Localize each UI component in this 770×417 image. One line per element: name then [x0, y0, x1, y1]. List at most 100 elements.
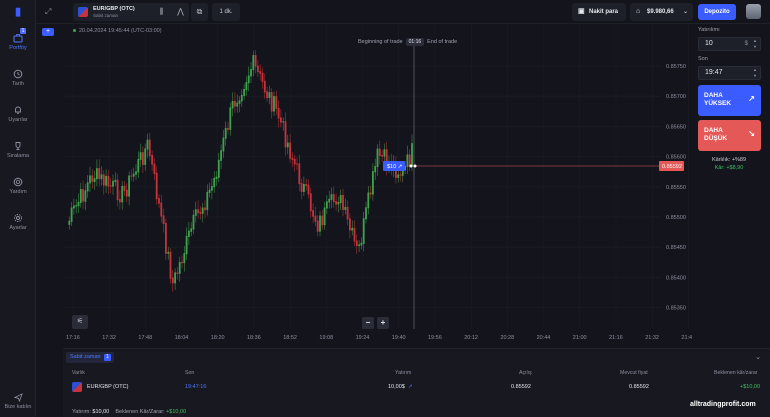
candle-body [68, 220, 71, 225]
expand-icon[interactable]: ⤢ [45, 7, 51, 17]
summary-invest: $10,00 [92, 409, 110, 415]
amount-input[interactable]: 10 $ ▲ ▼ [698, 37, 761, 51]
gear-icon [14, 214, 22, 222]
sidebar-item-settings[interactable]: Ayarlar [0, 213, 36, 231]
wallet-icon: ▣ [578, 8, 585, 15]
chart-settings-button[interactable]: ⚟ [72, 315, 88, 329]
col-open: Açılış [519, 370, 532, 376]
datetime-text: 20.04.2024 19:45:44 (UTC-03:00) [79, 28, 162, 34]
candle-body [169, 251, 172, 279]
chevron-down-icon[interactable]: ⌄ [755, 353, 761, 361]
join-button[interactable]: Bize katılın [0, 393, 36, 410]
candle-body [312, 210, 314, 217]
candle-body [105, 175, 107, 186]
trade-dot [409, 164, 413, 168]
col-end: Son [185, 370, 195, 376]
timeframe-button[interactable]: 1 dk. [212, 3, 240, 21]
candle-body [284, 121, 287, 148]
x-tick-label: 19:40 [392, 335, 406, 341]
briefcase-icon [13, 34, 23, 43]
chart-datetime: 20.04.2024 19:45:44 (UTC-03:00) [73, 28, 162, 34]
candle-body [314, 215, 317, 222]
candle-body [245, 82, 248, 91]
lower-button[interactable]: DAHA DÜŞÜK ↘ [698, 120, 761, 151]
end-label: End of trade [427, 39, 458, 45]
candle-body [339, 195, 342, 204]
sidebar-item-label: Tarih [12, 81, 24, 87]
candle-body [303, 184, 305, 192]
candle-body [263, 80, 266, 93]
watermark: alltradingprofit.com [690, 401, 756, 408]
candle-body [323, 207, 326, 226]
candle-body [247, 75, 250, 84]
sidebar-add-button[interactable]: + [42, 28, 54, 36]
candle-body [240, 94, 243, 102]
stepper-icon[interactable]: ▲ ▼ [753, 38, 757, 50]
candle-body [397, 174, 400, 178]
time-label: Son [698, 56, 708, 62]
candle-body [250, 69, 252, 77]
x-tick-label: 20:12 [464, 335, 478, 341]
logo-icon[interactable]: ▮ [12, 6, 24, 18]
candle-body [185, 235, 188, 255]
tab-fixed-time[interactable]: Sabit zaman 1 [66, 352, 114, 363]
x-tick-label: 17:16 [66, 335, 80, 341]
sidebar-item-leaderboard[interactable]: Sıralama [0, 141, 36, 159]
higher-button[interactable]: DAHA YÜKSEK ↗ [698, 85, 761, 116]
chart-type-button[interactable]: ⫼ [153, 3, 170, 21]
live-dot-icon [73, 29, 76, 33]
indicators-button[interactable]: ⋀ [172, 3, 189, 21]
time-value: 19:47 [705, 69, 723, 76]
sidebar-item-label: Sıralama [6, 153, 29, 159]
candle-body [91, 175, 94, 182]
avatar[interactable] [746, 4, 761, 19]
cash-button[interactable]: ▣ Nakit para [572, 3, 626, 21]
sidebar-item-alerts[interactable]: Uyarılar [0, 105, 36, 123]
candle-body [84, 190, 87, 202]
sidebar-item-portfolio[interactable]: Portföy [0, 33, 36, 51]
candle-body [199, 212, 202, 214]
asset-flag-icon [78, 7, 88, 17]
candle-body [213, 177, 216, 188]
candle-body [328, 198, 331, 203]
deposit-button[interactable]: Depozito [698, 4, 736, 20]
clock-icon [13, 69, 23, 79]
candle-body [109, 185, 112, 187]
time-input[interactable]: 19:47 ▲ ▼ [698, 66, 761, 80]
y-tick-label: 0.85650 [666, 124, 686, 130]
balance-selector[interactable]: ⌂ $9.980,66 ⌄ [630, 3, 693, 21]
candle-body [259, 70, 262, 74]
candle-body [77, 202, 80, 207]
zoom-in-button[interactable]: + [377, 317, 389, 329]
price-chart[interactable]: 0.85750 0.85700 0.85650 0.85600 0.85550 0.855… [63, 24, 693, 344]
candle-body [254, 55, 257, 67]
row-end: 19:47:16 [185, 384, 207, 390]
candle-body [261, 72, 264, 82]
stepper-icon[interactable]: ▲ ▼ [753, 67, 757, 79]
candle-body [342, 195, 344, 210]
candle-body [153, 163, 156, 174]
row-amount: 10,00$ [388, 384, 405, 390]
candle-body [176, 272, 179, 274]
candle-body [367, 192, 370, 209]
candle-body [229, 107, 232, 130]
candle-body [335, 201, 337, 205]
tab-label: Sabit zaman [70, 354, 101, 360]
drawings-button[interactable]: ⧉ [191, 3, 208, 21]
sidebar-item-help[interactable]: Yardım [0, 177, 36, 195]
sidebar-item-history[interactable]: Tarih [0, 69, 36, 87]
zoom-out-button[interactable]: − [362, 317, 374, 329]
positions-panel: Sabit zaman 1 ⌄ Varlık Son Yatırım Açılı… [63, 348, 770, 417]
candle-body [293, 158, 296, 165]
candle-body [383, 149, 386, 157]
col-asset: Varlık [72, 370, 85, 376]
col-current: Mevcut fiyat [620, 370, 648, 376]
asset-flag-icon [72, 382, 82, 392]
candle-body [309, 193, 312, 212]
chart-canvas[interactable]: 0.85750 0.85700 0.85650 0.85600 0.85550 0.855… [63, 24, 693, 344]
summary-invest-label: Yatırım: [72, 409, 91, 415]
sidebar-item-label: Yardım [9, 189, 27, 195]
candle-body [121, 185, 124, 203]
row-asset: EUR/GBP (OTC) [87, 384, 129, 390]
candle-body [135, 171, 137, 175]
